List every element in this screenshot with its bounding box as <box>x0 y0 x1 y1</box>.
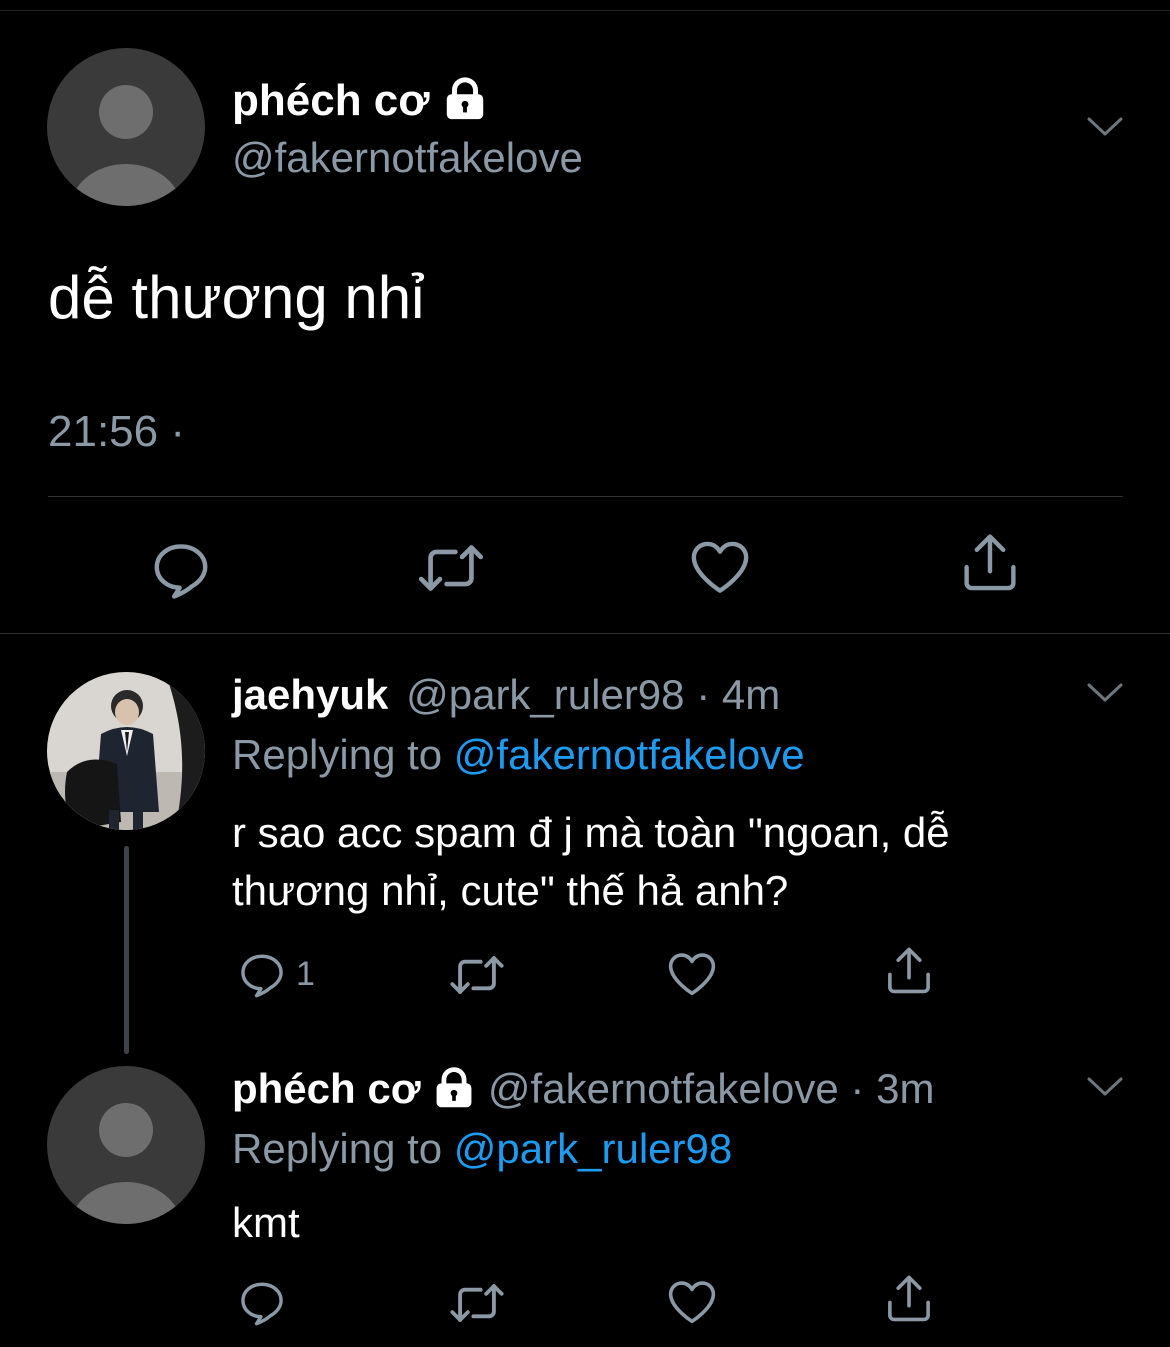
reply-text: kmt <box>232 1199 300 1246</box>
chevron-down-icon[interactable] <box>1086 682 1124 704</box>
tweet-divider <box>48 496 1123 497</box>
reply-icon <box>236 948 288 1000</box>
timestamp-separator: · <box>170 407 185 456</box>
thread-line <box>124 846 129 1054</box>
reply-handle: @fakernotfakelove <box>487 1065 839 1112</box>
main-handle[interactable]: @fakernotfakelove <box>232 133 583 183</box>
retweet-button[interactable] <box>416 533 486 603</box>
chevron-down-icon[interactable] <box>1086 116 1124 138</box>
tweet-text: dễ thương nhỉ <box>48 264 425 331</box>
tweet-timestamp: 21:56 · <box>48 406 185 458</box>
reply-header[interactable]: phéch cơ @fakernotfakelove · 3m <box>232 1064 934 1114</box>
lock-icon <box>442 76 488 122</box>
user-photo-icon <box>47 672 205 830</box>
reply-text-line-2: thương nhỉ, cute" thế hả anh? <box>232 867 789 914</box>
reply-time: 3m <box>876 1065 935 1112</box>
reply-button[interactable] <box>148 536 214 602</box>
avatar[interactable] <box>47 48 205 206</box>
like-icon <box>687 534 753 600</box>
share-icon <box>957 530 1023 596</box>
replying-to-line: Replying to @park_ruler98 <box>232 1124 732 1174</box>
reply-button[interactable]: 1 <box>236 948 315 1000</box>
retweet-button[interactable] <box>448 946 506 1004</box>
reply-icon <box>148 536 214 602</box>
lock-icon <box>432 1066 476 1110</box>
reply-count: 1 <box>296 954 315 993</box>
replying-to-link[interactable]: @park_ruler98 <box>454 1125 732 1172</box>
main-display-name[interactable]: phéch cơ <box>232 75 488 127</box>
reply-handle: @park_ruler98 <box>406 671 685 718</box>
default-avatar-icon <box>47 1066 205 1224</box>
share-button[interactable] <box>957 530 1023 596</box>
dot-separator: · <box>696 671 711 718</box>
timestamp-text: 21:56 <box>48 407 159 456</box>
like-button[interactable] <box>665 1275 719 1329</box>
replying-to-line: Replying to @fakernotfakelove <box>232 730 805 780</box>
display-name-text: phéch cơ <box>232 76 430 125</box>
avatar[interactable] <box>47 1066 205 1224</box>
like-button[interactable] <box>665 947 719 1001</box>
retweet-icon <box>416 533 486 603</box>
avatar-jaehyuk[interactable] <box>47 672 205 830</box>
share-icon <box>882 944 936 998</box>
reply-icon <box>236 1276 288 1328</box>
default-avatar-icon <box>47 48 205 206</box>
like-icon <box>665 947 719 1001</box>
share-icon <box>882 1272 936 1326</box>
reply-text-line-1: r sao acc spam đ j mà toàn "ngoan, dễ <box>232 809 950 856</box>
like-icon <box>665 1275 719 1329</box>
replying-to-label: Replying to <box>232 1125 443 1172</box>
reply-display-name: jaehyuk <box>232 671 389 718</box>
section-divider <box>0 633 1170 634</box>
reply-header[interactable]: jaehyuk @park_ruler98 · 4m <box>232 670 780 720</box>
retweet-button[interactable] <box>448 1274 506 1332</box>
reply-button[interactable] <box>236 1276 288 1328</box>
retweet-icon <box>448 1274 506 1332</box>
top-divider <box>0 10 1170 11</box>
share-button[interactable] <box>882 944 936 998</box>
chevron-down-icon[interactable] <box>1086 1076 1124 1098</box>
dot-separator: · <box>850 1065 865 1112</box>
share-button[interactable] <box>882 1272 936 1326</box>
replying-to-link[interactable]: @fakernotfakelove <box>454 731 805 778</box>
like-button[interactable] <box>687 534 753 600</box>
replying-to-label: Replying to <box>232 731 443 778</box>
reply-time: 4m <box>721 671 781 718</box>
retweet-icon <box>448 946 506 1004</box>
reply-display-name: phéch cơ <box>232 1065 421 1112</box>
